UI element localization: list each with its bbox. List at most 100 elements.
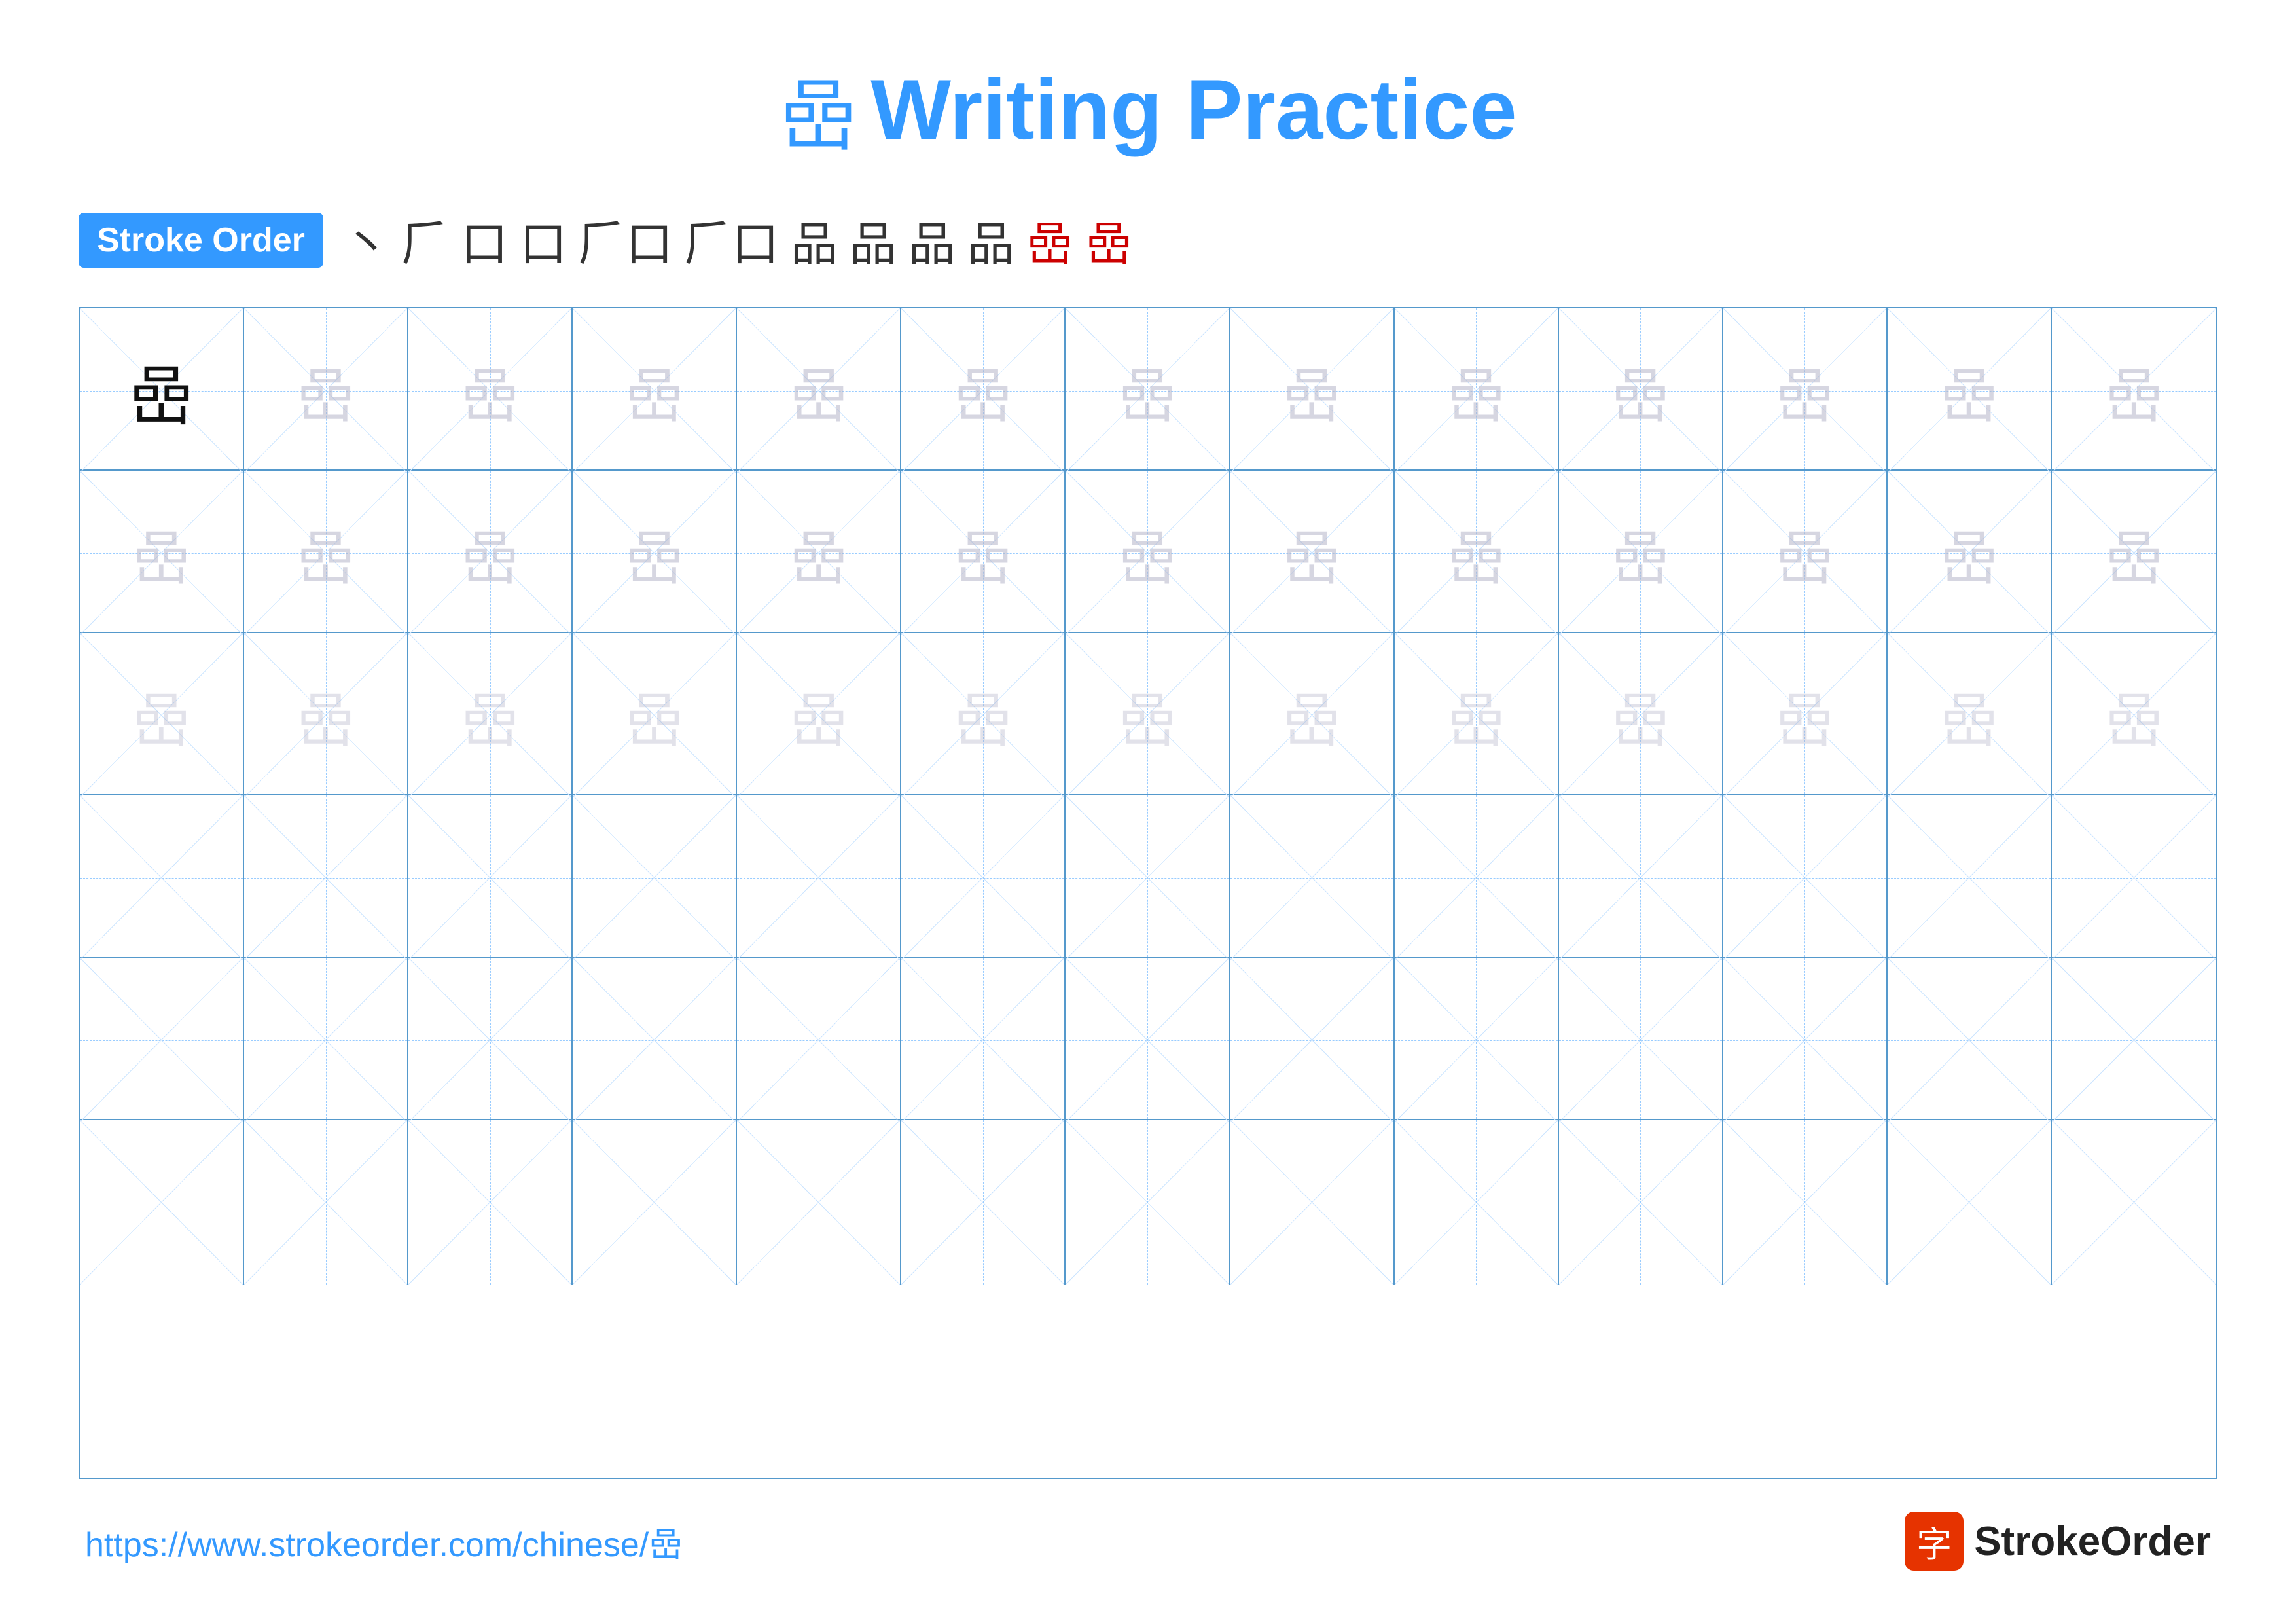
grid-cell-r3-c9: 嵒 — [1395, 633, 1559, 797]
stroke-step-8: 品 — [850, 206, 897, 274]
grid-cell-r2-c9: 嵒 — [1395, 471, 1559, 635]
grid-cell-r2-c2: 嵒 — [244, 471, 408, 635]
grid-cell-r3-c10: 嵒 — [1559, 633, 1723, 797]
grid-cell-r3-c2: 嵒 — [244, 633, 408, 797]
grid-cell-r3-c12: 嵒 — [1888, 633, 2052, 797]
grid-cell-r5-c6[interactable] — [901, 958, 1066, 1122]
grid-cell-r3-c13: 嵒 — [2052, 633, 2216, 797]
grid-cell-r3-c7: 嵒 — [1066, 633, 1230, 797]
footer-logo: 字 StrokeOrder — [1905, 1512, 2211, 1571]
title-area: 嵒 Writing Practice — [779, 52, 1516, 166]
grid-cell-r5-c11[interactable] — [1723, 958, 1888, 1122]
stroke-steps: 丶 𠂆 口 口 𠂆口 𠂆口 品 品 品 品 嵒 嵒 — [343, 206, 1132, 274]
grid-cell-r6-c8[interactable] — [1230, 1120, 1395, 1285]
grid-cell-r4-c9[interactable] — [1395, 795, 1559, 960]
grid-cell-r2-c3: 嵒 — [408, 471, 573, 635]
grid-cell-r4-c6[interactable] — [901, 795, 1066, 960]
grid-cell-r5-c9[interactable] — [1395, 958, 1559, 1122]
title-char: 嵒 — [779, 52, 857, 166]
grid-row-2: 嵒 嵒 嵒 嵒 嵒 嵒 嵒 嵒 嵒 嵒 嵒 嵒 嵒 — [80, 471, 2216, 633]
stroke-step-3: 口 — [461, 206, 508, 274]
grid-cell-r5-c3[interactable] — [408, 958, 573, 1122]
grid-cell-r6-c6[interactable] — [901, 1120, 1066, 1285]
grid-cell-r6-c7[interactable] — [1066, 1120, 1230, 1285]
grid-cell-r3-c11: 嵒 — [1723, 633, 1888, 797]
grid-cell-r6-c12[interactable] — [1888, 1120, 2052, 1285]
grid-cell-r4-c13[interactable] — [2052, 795, 2216, 960]
grid-cell-r6-c2[interactable] — [244, 1120, 408, 1285]
grid-cell-r5-c8[interactable] — [1230, 958, 1395, 1122]
grid-cell-r1-c3: 嵒 — [408, 308, 573, 473]
logo-text: StrokeOrder — [1974, 1518, 2211, 1565]
grid-cell-r3-c1: 嵒 — [80, 633, 244, 797]
grid-cell-r6-c9[interactable] — [1395, 1120, 1559, 1285]
grid-cell-r6-c11[interactable] — [1723, 1120, 1888, 1285]
stroke-order-badge: Stroke Order — [79, 213, 323, 268]
stroke-step-6: 𠂆口 — [685, 206, 779, 274]
grid-cell-r1-c10: 嵒 — [1559, 308, 1723, 473]
grid-cell-r2-c6: 嵒 — [901, 471, 1066, 635]
stroke-order-row: Stroke Order 丶 𠂆 口 口 𠂆口 𠂆口 品 品 品 品 嵒 嵒 — [79, 206, 2217, 274]
grid-cell-r1-c12: 嵒 — [1888, 308, 2052, 473]
logo-icon: 字 — [1905, 1512, 1964, 1571]
grid-cell-r2-c13: 嵒 — [2052, 471, 2216, 635]
grid-cell-r3-c8: 嵒 — [1230, 633, 1395, 797]
stroke-step-9: 品 — [908, 206, 956, 274]
grid-cell-r1-c8: 嵒 — [1230, 308, 1395, 473]
grid-cell-r5-c5[interactable] — [737, 958, 901, 1122]
grid-cell-r5-c1[interactable] — [80, 958, 244, 1122]
grid-cell-r1-c6: 嵒 — [901, 308, 1066, 473]
grid-cell-r1-c5: 嵒 — [737, 308, 901, 473]
title-text: Writing Practice — [870, 60, 1516, 158]
stroke-step-12: 嵒 — [1085, 206, 1132, 274]
grid-cell-r4-c4[interactable] — [573, 795, 737, 960]
grid-cell-r6-c10[interactable] — [1559, 1120, 1723, 1285]
grid-cell-r5-c7[interactable] — [1066, 958, 1230, 1122]
grid-cell-r4-c3[interactable] — [408, 795, 573, 960]
grid-cell-r4-c1[interactable] — [80, 795, 244, 960]
grid-cell-r5-c4[interactable] — [573, 958, 737, 1122]
grid-cell-r6-c4[interactable] — [573, 1120, 737, 1285]
grid-cell-r1-c13: 嵒 — [2052, 308, 2216, 473]
grid-row-5 — [80, 958, 2216, 1120]
grid-cell-r1-c1: 嵒 — [80, 308, 244, 473]
grid-cell-r4-c8[interactable] — [1230, 795, 1395, 960]
grid-cell-r4-c7[interactable] — [1066, 795, 1230, 960]
grid-row-4 — [80, 795, 2216, 958]
grid-cell-r5-c12[interactable] — [1888, 958, 2052, 1122]
grid-cell-r2-c1: 嵒 — [80, 471, 244, 635]
grid-cell-r4-c12[interactable] — [1888, 795, 2052, 960]
grid-cell-r3-c4: 嵒 — [573, 633, 737, 797]
grid-cell-r4-c10[interactable] — [1559, 795, 1723, 960]
grid-cell-r4-c2[interactable] — [244, 795, 408, 960]
stroke-step-5: 𠂆口 — [579, 206, 673, 274]
grid-cell-r1-c2: 嵒 — [244, 308, 408, 473]
grid-cell-r6-c5[interactable] — [737, 1120, 901, 1285]
grid-cell-r1-c4: 嵒 — [573, 308, 737, 473]
grid-cell-r6-c1[interactable] — [80, 1120, 244, 1285]
grid-cell-r4-c5[interactable] — [737, 795, 901, 960]
char-dark: 嵒 — [129, 343, 194, 438]
grid-cell-r3-c3: 嵒 — [408, 633, 573, 797]
stroke-step-1: 丶 — [343, 206, 390, 274]
grid-row-6 — [80, 1120, 2216, 1283]
grid-cell-r1-c11: 嵒 — [1723, 308, 1888, 473]
grid-cell-r2-c10: 嵒 — [1559, 471, 1723, 635]
grid-cell-r5-c10[interactable] — [1559, 958, 1723, 1122]
grid-cell-r6-c13[interactable] — [2052, 1120, 2216, 1285]
footer-url[interactable]: https://www.strokeorder.com/chinese/嵒 — [85, 1517, 683, 1566]
grid-cell-r6-c3[interactable] — [408, 1120, 573, 1285]
grid-cell-r2-c7: 嵒 — [1066, 471, 1230, 635]
grid-cell-r2-c12: 嵒 — [1888, 471, 2052, 635]
grid-cell-r2-c4: 嵒 — [573, 471, 737, 635]
grid-row-3: 嵒 嵒 嵒 嵒 嵒 嵒 嵒 嵒 嵒 嵒 嵒 嵒 嵒 — [80, 633, 2216, 795]
stroke-step-4: 口 — [520, 206, 567, 274]
grid-cell-r4-c11[interactable] — [1723, 795, 1888, 960]
grid-cell-r5-c13[interactable] — [2052, 958, 2216, 1122]
grid-cell-r3-c6: 嵒 — [901, 633, 1066, 797]
grid-row-1: 嵒 嵒 嵒 嵒 嵒 嵒 嵒 嵒 嵒 嵒 嵒 嵒 嵒 — [80, 308, 2216, 471]
grid-cell-r1-c9: 嵒 — [1395, 308, 1559, 473]
grid-cell-r5-c2[interactable] — [244, 958, 408, 1122]
grid-cell-r3-c5: 嵒 — [737, 633, 901, 797]
footer: https://www.strokeorder.com/chinese/嵒 字 … — [79, 1512, 2217, 1571]
